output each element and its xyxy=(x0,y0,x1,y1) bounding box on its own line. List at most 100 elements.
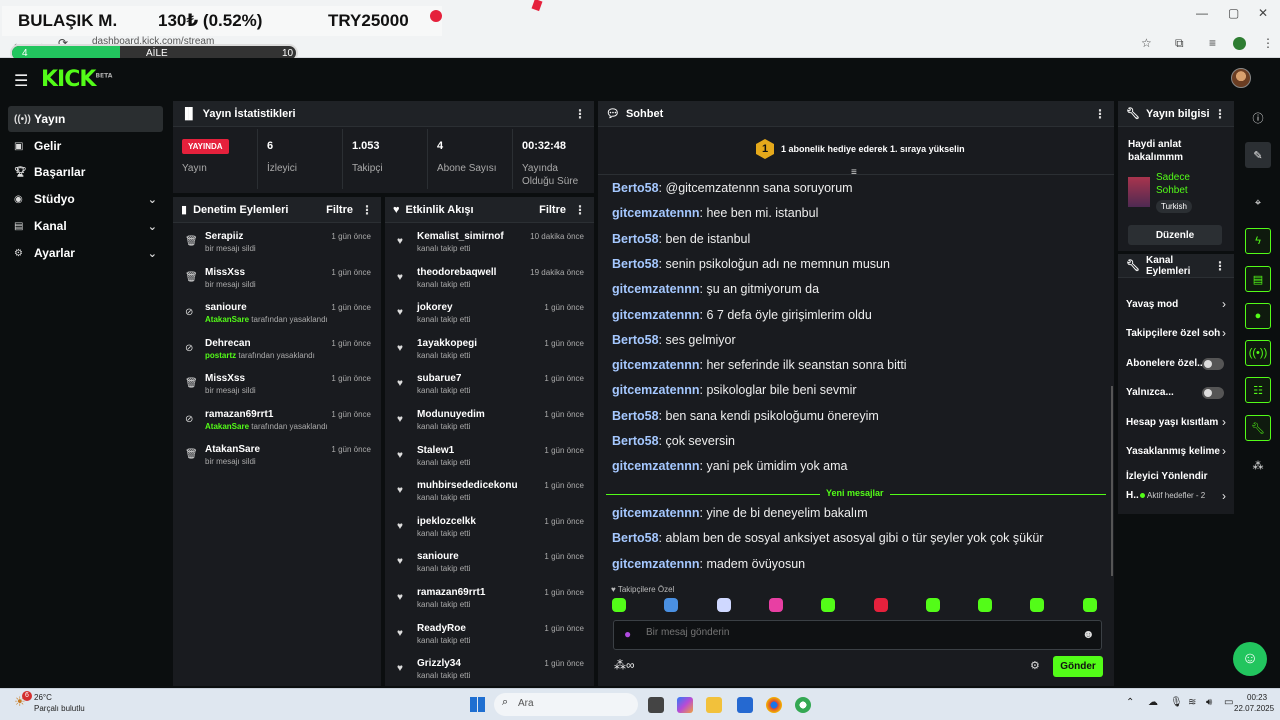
activity-row[interactable]: ♥ theodorebaqwell kanalı takip etti 19 daki… xyxy=(385,265,594,299)
channel-action-row[interactable]: Hesap yaşı kısıtlam › xyxy=(1118,415,1234,433)
cloud-icon[interactable]: ☁ xyxy=(1148,697,1158,708)
clock-date[interactable]: 22.07.2025 xyxy=(1234,704,1274,713)
chat-username[interactable]: gitcemzatennn xyxy=(612,206,700,220)
chat-message-field[interactable] xyxy=(646,627,1066,638)
file-explorer-icon[interactable] xyxy=(706,697,722,713)
sidebar-item-studyo[interactable]: ◉ Stüdyo ⌄ xyxy=(8,186,163,212)
category-name[interactable]: Sadece Sohbet xyxy=(1156,171,1216,197)
sidebar-item-gelir[interactable]: ▣ Gelir xyxy=(8,133,163,159)
profile-icon[interactable] xyxy=(1233,37,1246,50)
moderation-row[interactable]: 🗑︎ AtakanSare bir mesajı sildi 1 gün önce xyxy=(173,442,381,476)
wrench-icon[interactable]: 🔧︎ xyxy=(1245,415,1271,441)
user-avatar[interactable] xyxy=(1231,68,1251,88)
broadcast-icon[interactable]: ((•)) xyxy=(1245,340,1271,366)
points-icon[interactable]: ⁂∞ xyxy=(614,658,635,672)
activity-row[interactable]: ♥ Stalew1 kanalı takip etti 1 gün önce xyxy=(385,443,594,477)
flash-icon[interactable]: ϟ xyxy=(1245,228,1271,254)
chat-input[interactable]: ● ☻ xyxy=(613,620,1102,650)
moderation-row[interactable]: ⊘ ramazan69rrt1 AtakanSare tarafından yasa… xyxy=(173,407,381,441)
chat-username[interactable]: Berto58 xyxy=(612,232,659,246)
chat-username[interactable]: Berto58 xyxy=(612,409,659,423)
emote-icon[interactable] xyxy=(768,598,783,612)
volume-icon[interactable]: 🔊︎ xyxy=(1206,697,1212,708)
emote-icon[interactable] xyxy=(716,598,731,612)
chat-username[interactable]: Berto58 xyxy=(612,333,659,347)
info-icon[interactable]: ⓘ xyxy=(1245,105,1271,131)
tray-chevron-icon[interactable]: ⌃ xyxy=(1126,697,1134,708)
settings-icon[interactable]: ⚙ xyxy=(1030,659,1040,672)
chat-username[interactable]: gitcemzatennn xyxy=(612,383,700,397)
minimize-icon[interactable]: — xyxy=(1196,6,1208,20)
help-chat-icon[interactable]: ☺ xyxy=(1233,642,1267,676)
battery-icon[interactable]: ▭ xyxy=(1224,697,1233,708)
emote-icon[interactable] xyxy=(1082,598,1097,612)
activity-row[interactable]: ♥ Modunuyedim kanalı takip etti 1 gün önce xyxy=(385,407,594,441)
activity-row[interactable]: ♥ ipeklozcelkk kanalı takip etti 1 gün önce xyxy=(385,514,594,548)
chat-scrollbar[interactable] xyxy=(1111,386,1113,576)
activity-row[interactable]: ♥ muhbirsededicekonu kanalı takip etti 1 gü… xyxy=(385,478,594,512)
share-icon[interactable]: ⁂ xyxy=(1245,452,1271,478)
chat-bubble-icon[interactable]: ● xyxy=(1245,303,1271,329)
activity-row[interactable]: ♥ ramazan69rrt1 kanalı takip etti 1 gün önc… xyxy=(385,585,594,619)
chat-username[interactable]: gitcemzatennn xyxy=(612,282,700,296)
activity-row[interactable]: ♥ sanioure kanalı takip etti 1 gün önce xyxy=(385,549,594,583)
taskbar-search[interactable]: ⌕ Ara xyxy=(494,693,638,716)
emote-icon[interactable] xyxy=(925,598,940,612)
chat-username[interactable]: gitcemzatennn xyxy=(612,557,700,571)
send-button[interactable]: Gönder xyxy=(1053,656,1103,677)
channel-action-row[interactable]: Abonelere özel... xyxy=(1118,358,1234,374)
hamburger-menu-icon[interactable]: ☰ xyxy=(14,71,28,91)
channel-action-row[interactable]: Yalnızca... xyxy=(1118,387,1234,403)
sidebar-item-basarilar[interactable]: 🏆︎ Başarılar xyxy=(8,159,163,185)
activity-row[interactable]: ♥ ReadyRoe kanalı takip etti 1 gün önce xyxy=(385,621,594,655)
emote-icon[interactable] xyxy=(978,598,993,612)
media-icon[interactable]: ≡ xyxy=(1209,36,1216,50)
channel-action-row[interactable]: Yavaş mod › xyxy=(1118,297,1234,315)
sidebar-item-ayarlar[interactable]: ⚙ Ayarlar ⌄ xyxy=(8,240,163,266)
goals-row[interactable]: H.. Aktif hedefler - 2 › xyxy=(1118,489,1234,504)
mic-icon[interactable]: ● xyxy=(624,627,631,641)
emote-icon[interactable] xyxy=(612,598,626,612)
task-view-icon[interactable] xyxy=(648,697,664,713)
sidebar-item-yayin[interactable]: ((•)) Yayın xyxy=(8,106,163,132)
emoji-icon[interactable]: ☻ xyxy=(1082,627,1095,641)
filter-button[interactable]: Filtre xyxy=(326,204,353,216)
filter-button[interactable]: Filtre xyxy=(539,204,566,216)
emote-icon[interactable] xyxy=(873,598,888,612)
chat-username[interactable]: gitcemzatennn xyxy=(612,308,700,322)
edit-pencil-icon[interactable]: ✎ xyxy=(1245,142,1271,168)
chat-username[interactable]: gitcemzatennn xyxy=(612,459,700,473)
channel-action-row[interactable]: İzleyici Yönlendir xyxy=(1118,471,1234,487)
clock-time[interactable]: 00:23 xyxy=(1247,693,1267,702)
close-icon[interactable]: ✕ xyxy=(1258,6,1268,20)
more-menu-icon[interactable]: ⋮ xyxy=(361,203,373,217)
sidebar-item-kanal[interactable]: ▤ Kanal ⌄ xyxy=(8,213,163,239)
toggle-switch[interactable] xyxy=(1202,387,1224,399)
more-menu-icon[interactable]: ⋮ xyxy=(574,107,586,121)
chat-username[interactable]: Berto58 xyxy=(612,434,659,448)
more-menu-icon[interactable]: ⋮ xyxy=(1094,107,1106,121)
chat-username[interactable]: Berto58 xyxy=(612,181,659,195)
emote-icon[interactable] xyxy=(1030,598,1045,612)
toggle-switch[interactable] xyxy=(1202,358,1224,370)
layout-icon[interactable]: ☷ xyxy=(1245,377,1271,403)
channel-action-row[interactable]: Takipçilere özel soh › xyxy=(1118,326,1234,344)
extensions-icon[interactable]: ⧉ xyxy=(1175,36,1184,51)
wifi-icon[interactable]: ≋ xyxy=(1188,697,1196,708)
focus-icon[interactable]: ⌖ xyxy=(1245,190,1271,216)
edit-button[interactable]: Düzenle xyxy=(1128,225,1222,245)
activity-row[interactable]: ♥ Kemalist_simirnof kanalı takip etti 10 da… xyxy=(385,229,594,263)
copilot-icon[interactable] xyxy=(677,697,693,713)
more-menu-icon[interactable]: ⋮ xyxy=(574,203,586,217)
more-menu-icon[interactable]: ⋮ xyxy=(1214,259,1226,273)
chat-username[interactable]: gitcemzatennn xyxy=(612,506,700,520)
activity-row[interactable]: ♥ subarue7 kanalı takip etti 1 gün önce xyxy=(385,371,594,405)
windows-start-icon[interactable] xyxy=(470,697,485,712)
kick-logo[interactable]: KICKBETA xyxy=(41,67,112,92)
moderation-row[interactable]: 🗑︎ Serapiiz bir mesajı sildi 1 gün önce xyxy=(173,229,381,263)
collapse-icon[interactable]: ≡ xyxy=(851,167,857,178)
moderation-row[interactable]: ⊘ Dehrecan postartz tarafından yasaklandı 1… xyxy=(173,336,381,370)
activity-row[interactable]: ♥ 1ayakkopegi kanalı takip etti 1 gün önce xyxy=(385,336,594,370)
maximize-icon[interactable]: ▢ xyxy=(1228,6,1239,20)
mic-icon[interactable]: 🎙︎ xyxy=(1170,697,1183,708)
